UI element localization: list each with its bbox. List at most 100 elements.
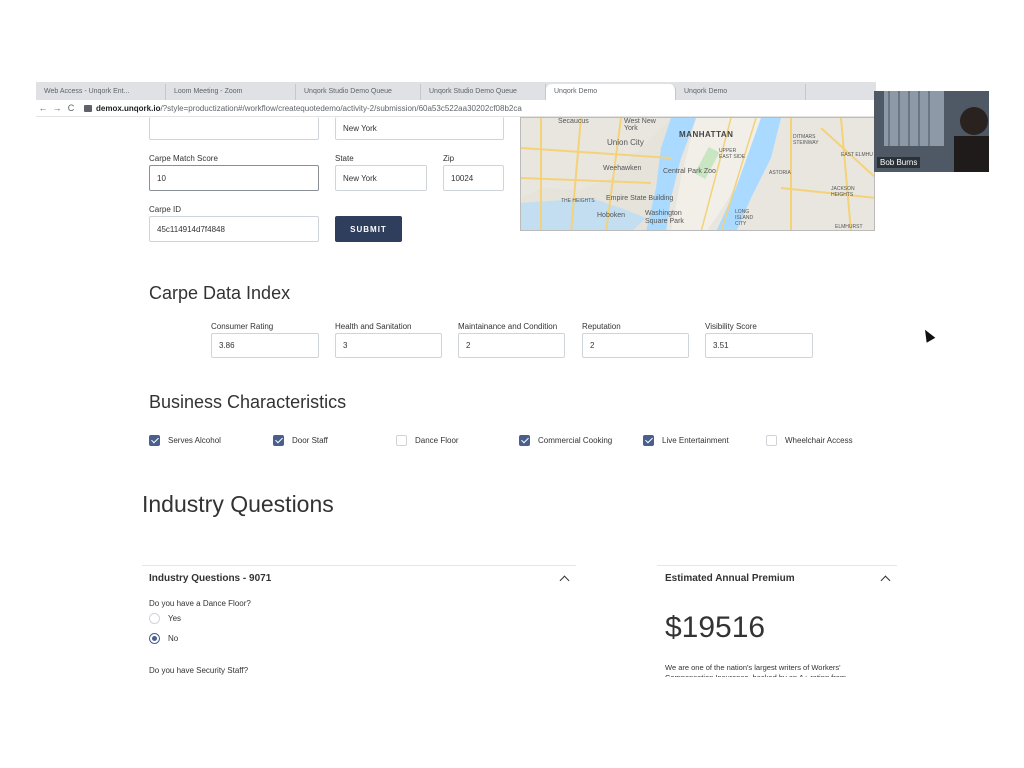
- carpe-id-value: 45c114914d7f4848: [157, 224, 225, 234]
- chevron-up-icon[interactable]: [880, 575, 891, 586]
- zip-value: 10024: [451, 173, 474, 183]
- map-label: Hoboken: [597, 212, 626, 219]
- checkbox-wheelchair-access[interactable]: Wheelchair Access: [766, 435, 853, 446]
- checkbox-commercial-cooking[interactable]: Commercial Cooking: [519, 435, 612, 446]
- carpe-index-title: Carpe Data Index: [149, 283, 291, 303]
- radio-selected-icon[interactable]: [149, 633, 160, 644]
- checkbox-checked-icon[interactable]: [519, 435, 530, 446]
- checkbox-serves-alcohol[interactable]: Serves Alcohol: [149, 435, 221, 446]
- browser-tab[interactable]: Unqork Studio Demo Queue: [421, 84, 546, 100]
- participant-name: Bob Burns: [877, 157, 921, 168]
- industry-heading: Industry Questions: [142, 491, 334, 517]
- industry-panel-title[interactable]: Industry Questions - 9071: [149, 573, 271, 584]
- checkbox-checked-icon[interactable]: [273, 435, 284, 446]
- radio-no[interactable]: No: [149, 633, 178, 644]
- map-label: West New York: [624, 118, 656, 132]
- carpe-match-field[interactable]: 10: [149, 165, 319, 191]
- question-security-staff: Do you have Security Staff?: [149, 666, 249, 675]
- question-dance-floor: Do you have a Dance Floor?: [149, 599, 251, 608]
- carpe-match-value: 10: [157, 173, 166, 183]
- reload-icon[interactable]: C: [64, 103, 78, 113]
- zip-field[interactable]: 10024: [443, 165, 504, 191]
- city-field[interactable]: New York: [335, 117, 504, 140]
- map-label: EAST ELMHU: [841, 152, 873, 158]
- business-title: Business Characteristics: [149, 392, 347, 412]
- chevron-up-icon[interactable]: [559, 575, 570, 586]
- industry-panel-divider: [142, 565, 576, 566]
- map-label: ELMHURST: [835, 224, 863, 230]
- checkbox-label: Door Staff: [292, 436, 328, 445]
- maintenance-label: Maintainance and Condition: [458, 322, 558, 331]
- submit-button[interactable]: SUBMIT: [335, 216, 402, 242]
- carpe-id-field[interactable]: 45c114914d7f4848: [149, 216, 319, 242]
- address-field[interactable]: [149, 117, 319, 140]
- radio-label: No: [168, 634, 179, 643]
- reputation-field[interactable]: 2: [582, 333, 689, 358]
- visibility-field[interactable]: 3.51: [705, 333, 813, 358]
- lock-icon: [84, 104, 92, 112]
- map-label: DITMARS STEINWAY: [793, 134, 819, 146]
- checkbox-live-entertainment[interactable]: Live Entertainment: [643, 435, 729, 446]
- browser-tab[interactable]: Loom Meeting - Zoom: [166, 84, 296, 100]
- consumer-rating-field[interactable]: 3.86: [211, 333, 319, 358]
- checkbox-dance-floor[interactable]: Dance Floor: [396, 435, 459, 446]
- checkbox-checked-icon[interactable]: [149, 435, 160, 446]
- browser-tab[interactable]: Unqork Studio Demo Queue: [296, 84, 421, 100]
- premium-panel-divider: [657, 565, 897, 566]
- health-field[interactable]: 3: [335, 333, 442, 358]
- browser-tab[interactable]: Unqork Demo: [676, 84, 806, 100]
- map-label: Union City: [607, 138, 644, 147]
- checkbox-label: Commercial Cooking: [538, 436, 613, 445]
- forward-icon[interactable]: →: [50, 103, 64, 113]
- map-label: JACKSON HEIGHTS: [831, 186, 855, 198]
- map-label: Central Park Zoo: [663, 168, 716, 175]
- radio-label: Yes: [168, 614, 182, 623]
- map-label: LONG ISLAND CITY: [735, 209, 754, 227]
- map-label: MANHATTAN: [679, 130, 734, 139]
- state-value: New York: [343, 173, 377, 183]
- visibility-label: Visibility Score: [705, 322, 757, 331]
- map-label: UPPER EAST SIDE: [719, 148, 746, 160]
- maintenance-field[interactable]: 2: [458, 333, 565, 358]
- visibility-value: 3.51: [713, 341, 729, 350]
- url-path: /?style=productization#/workflow/createq…: [160, 103, 522, 113]
- checkbox-empty-icon[interactable]: [396, 435, 407, 446]
- checkbox-label: Wheelchair Access: [785, 436, 853, 445]
- maintenance-value: 2: [466, 341, 471, 350]
- radio-yes[interactable]: Yes: [149, 613, 181, 624]
- checkbox-checked-icon[interactable]: [643, 435, 654, 446]
- radio-empty-icon[interactable]: [149, 613, 160, 624]
- health-label: Health and Sanitation: [335, 322, 412, 331]
- participant-video: Bob Burns: [874, 91, 989, 172]
- map-label: Empire State Building: [606, 195, 674, 202]
- location-map[interactable]: Secaucus West New York MANHATTAN Union C…: [520, 117, 875, 231]
- premium-amount: $19516: [665, 611, 766, 644]
- map-label: THE HEIGHTS: [561, 198, 595, 204]
- checkbox-label: Dance Floor: [415, 436, 459, 445]
- checkbox-door-staff[interactable]: Door Staff: [273, 435, 328, 446]
- zip-label: Zip: [443, 154, 455, 163]
- map-label: Washington Square Park: [645, 210, 684, 225]
- browser-tab-active[interactable]: Unqork Demo: [546, 84, 676, 100]
- health-value: 3: [343, 341, 348, 350]
- browser-tab-strip: Web Access - Unqork Ent... Loom Meeting …: [36, 82, 876, 100]
- carpe-match-label: Carpe Match Score: [149, 154, 218, 163]
- map-label: Weehawken: [603, 165, 642, 172]
- reputation-value: 2: [590, 341, 595, 350]
- browser-tab[interactable]: Web Access - Unqork Ent...: [36, 84, 166, 100]
- city-value: New York: [343, 123, 377, 133]
- address-bar[interactable]: ← → C demox.unqork.io /?style=productiza…: [36, 100, 876, 117]
- carpe-id-label: Carpe ID: [149, 205, 182, 214]
- consumer-rating-value: 3.86: [219, 341, 235, 350]
- map-label: ASTORIA: [769, 170, 791, 176]
- url-host: demox.unqork.io: [96, 103, 161, 113]
- consumer-rating-label: Consumer Rating: [211, 322, 274, 331]
- state-field[interactable]: New York: [335, 165, 427, 191]
- back-icon[interactable]: ←: [36, 103, 50, 113]
- checkbox-label: Live Entertainment: [662, 436, 729, 445]
- premium-description: We are one of the nation's largest write…: [665, 663, 846, 677]
- premium-panel-title[interactable]: Estimated Annual Premium: [665, 573, 795, 584]
- map-label: Secaucus: [558, 118, 589, 125]
- checkbox-empty-icon[interactable]: [766, 435, 777, 446]
- checkbox-label: Serves Alcohol: [168, 436, 221, 445]
